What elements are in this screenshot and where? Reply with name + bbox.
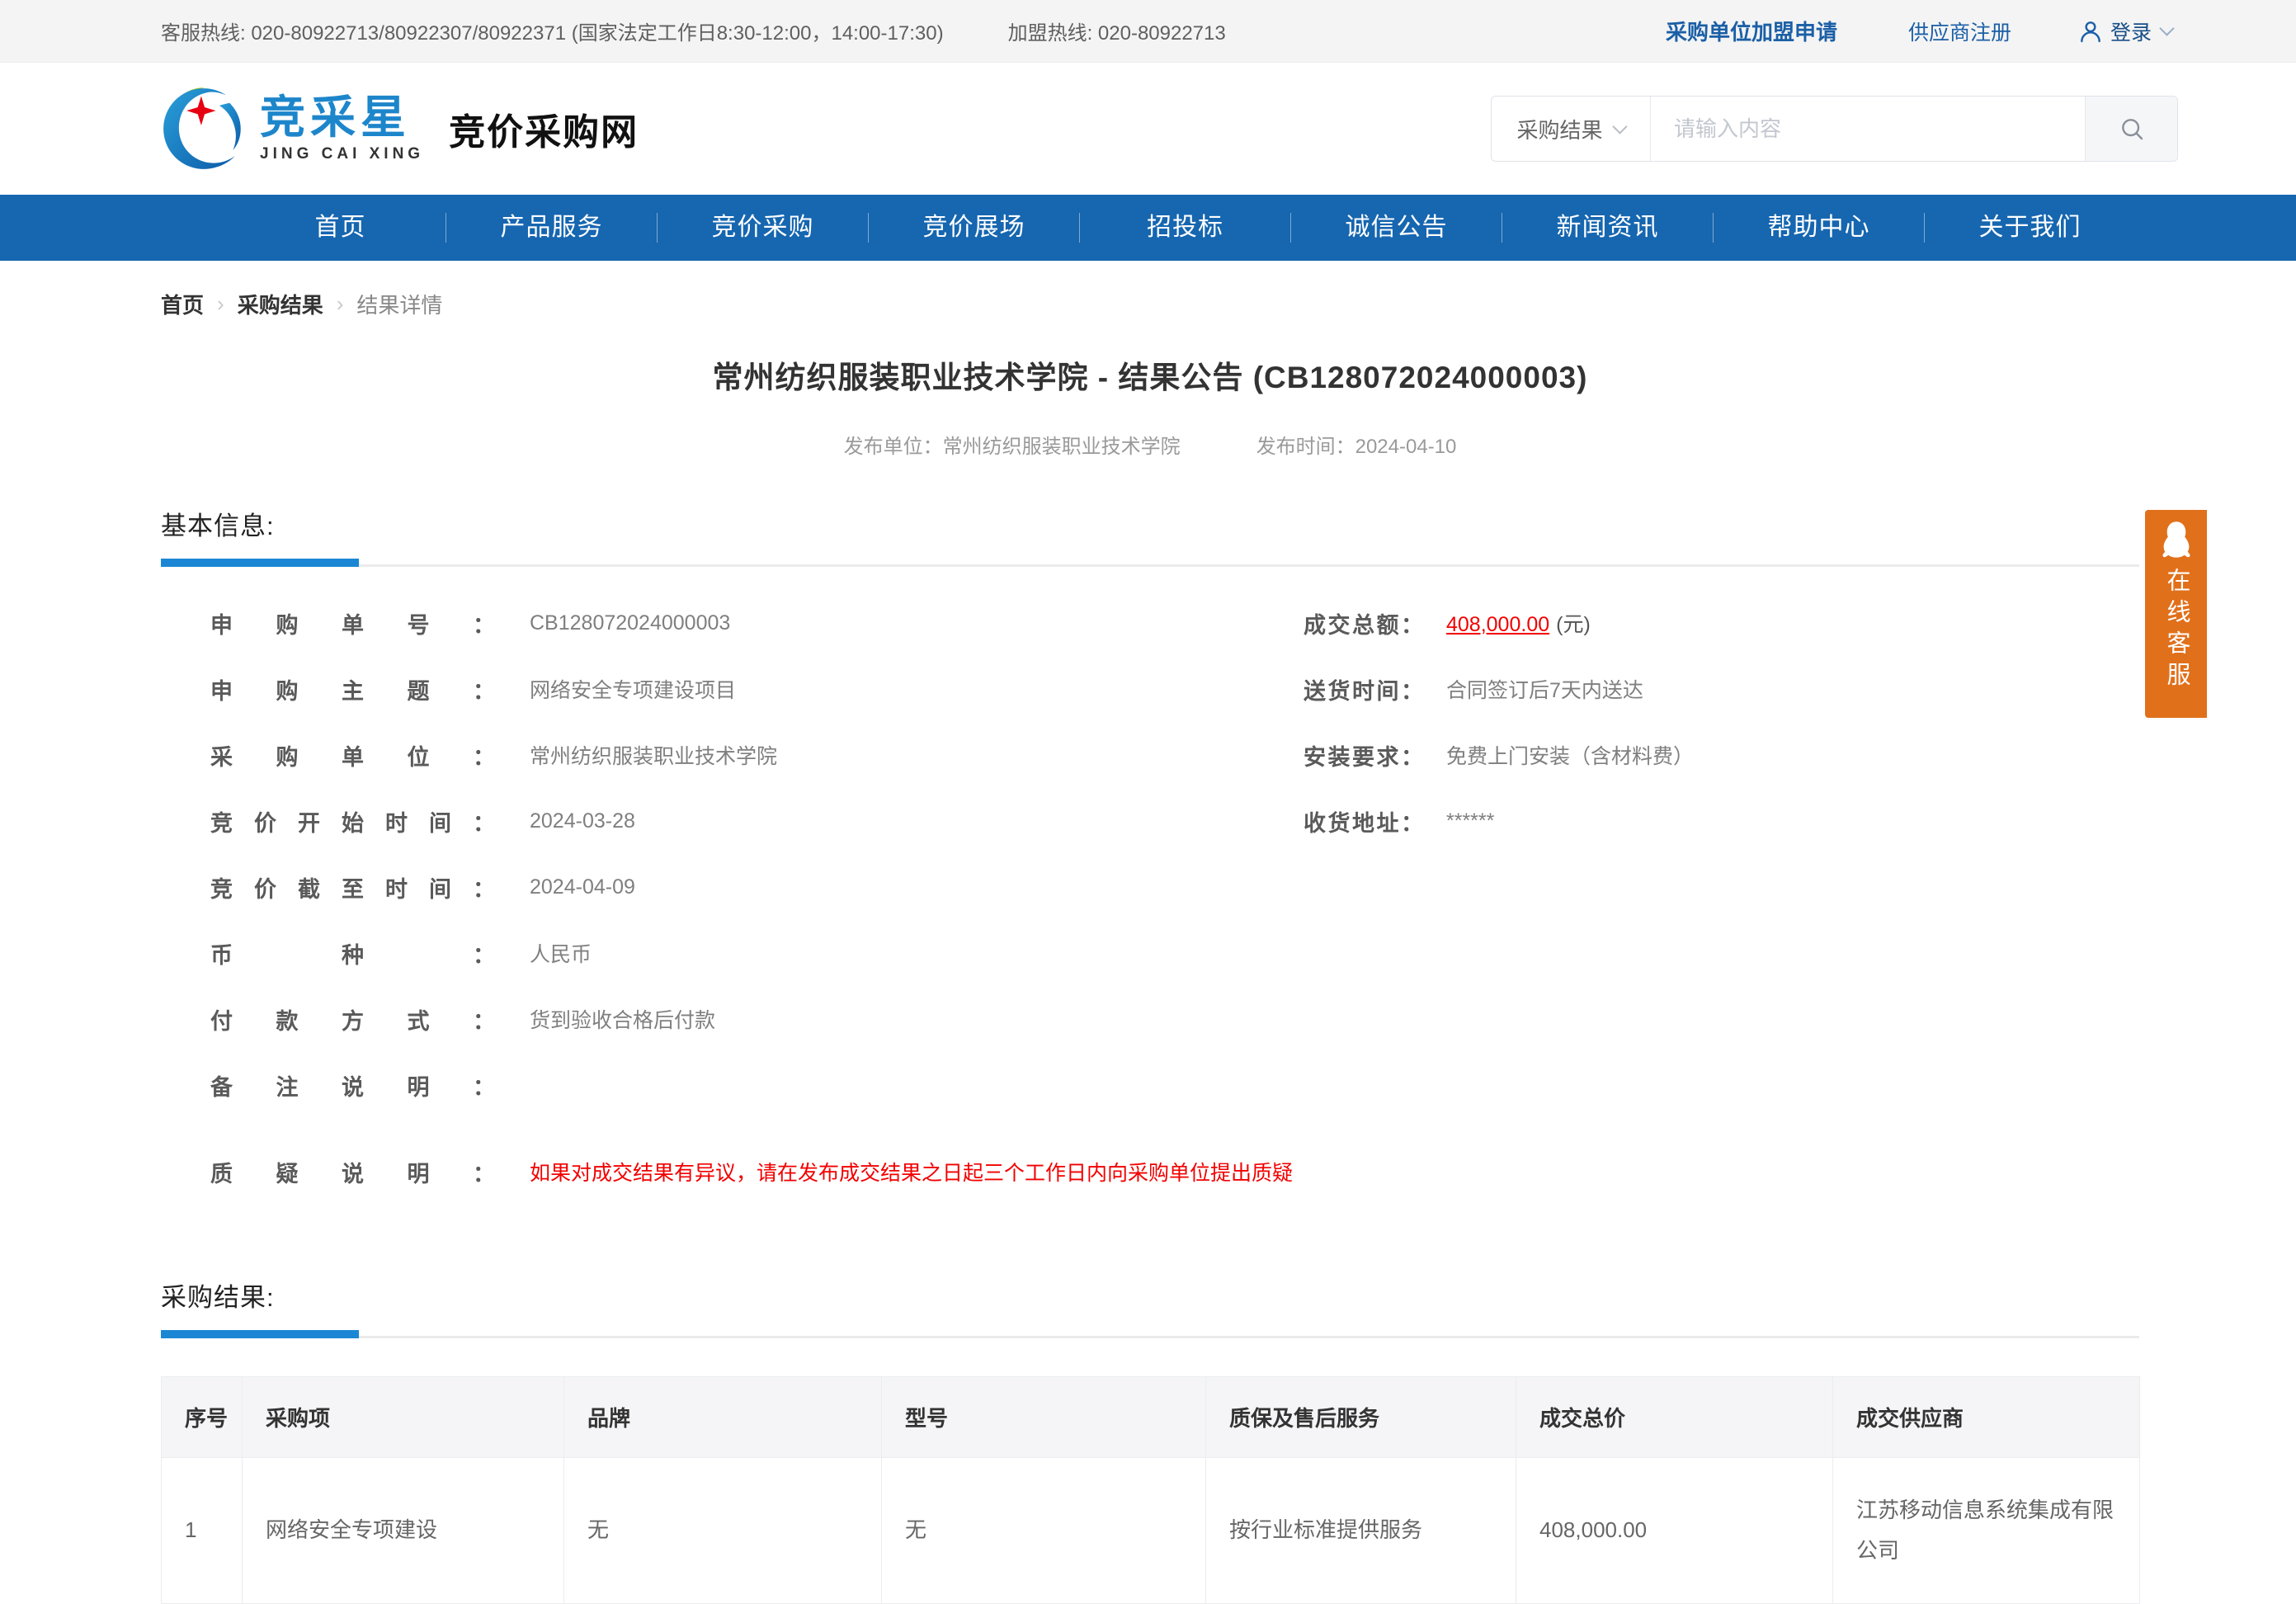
breadcrumb-current: 结果详情 [356,289,442,319]
cell-item: 网络安全专项建设 [243,1458,564,1604]
service-hotline-text: 客服热线: 020-80922713/80922307/80922371 (国家… [161,17,944,45]
field-subject: 申购主题： 网络安全专项建设项目 [161,656,1291,722]
cell-model: 无 [882,1458,1206,1604]
field-delivery-address: 收货地址： ****** [1304,788,2137,854]
search-input[interactable] [1651,97,2085,161]
col-warranty: 质保及售后服务 [1206,1377,1516,1458]
nav-item-help-center[interactable]: 帮助中心 [1714,195,1924,261]
field-objection-note: 质疑说明： 如果对成交结果有异议，请在发布成交结果之日起三个工作日内向采购单位提… [161,1139,1291,1205]
logo-swirl-icon [161,86,247,172]
site-name: 竞价采购网 [449,102,639,155]
field-bid-end-time: 竞价截至时间： 2024-04-09 [161,854,1291,920]
col-seq: 序号 [162,1377,243,1458]
cell-total-price: 408,000.00 [1516,1458,1833,1604]
col-item: 采购项 [243,1377,564,1458]
publisher-label: 发布单位： [844,436,943,458]
field-payment-method: 付款方式： 货到验收合格后付款 [161,986,1291,1052]
user-icon [2077,18,2104,45]
publish-time-label: 发布时间： [1256,436,1355,458]
publish-time-value: 2024-04-10 [1355,436,1457,458]
online-service-label: 在线客服 [2164,568,2188,693]
field-purchaser: 采购单位： 常州纺织服装职业技术学院 [161,722,1291,788]
breadcrumb-parent[interactable]: 采购结果 [238,289,323,319]
search-icon [2119,116,2145,142]
nav-item-home[interactable]: 首页 [235,195,446,261]
field-currency: 币种： 人民币 [161,920,1291,986]
basic-info-panel: 申购单号： CB128072024000003 申购主题： 网络安全专项建设项目… [161,590,2139,1209]
nav-item-bidding-hall[interactable]: 竞价展场 [869,195,1079,261]
nav-item-bidding-purchase[interactable]: 竞价采购 [658,195,868,261]
purchaser-apply-link[interactable]: 采购单位加盟申请 [1666,16,1837,46]
top-utility-bar: 客服热线: 020-80922713/80922307/80922371 (国家… [0,0,2296,63]
field-order-no: 申购单号： CB128072024000003 [161,590,1291,656]
publisher-info: 发布单位：常州纺织服装职业技术学院 [844,430,1181,459]
breadcrumb-home[interactable]: 首页 [161,289,204,319]
site-header: 竞采星 JING CAI XING 竞价采购网 采购结果 [0,63,2296,195]
main-nav: 首页 产品服务 竞价采购 竞价展场 招投标 诚信公告 新闻资讯 帮助中心 关于我… [0,195,2296,261]
nav-item-news[interactable]: 新闻资讯 [1502,195,1713,261]
total-amount-link[interactable]: 408,000.00 [1446,613,1549,636]
cell-supplier: 江苏移动信息系统集成有限公司 [1833,1458,2140,1604]
page-title: 常州纺织服装职业技术学院 - 结果公告 (CB128072024000003) [161,352,2139,397]
chevron-right-icon: › [337,291,344,317]
result-title: 采购结果: [161,1276,2139,1314]
nav-item-about-us[interactable]: 关于我们 [1925,195,2135,261]
field-installation: 安装要求： 免费上门安装（含材料费） [1304,722,2137,788]
nav-item-integrity-notice[interactable]: 诚信公告 [1291,195,1502,261]
col-supplier: 成交供应商 [1833,1377,2140,1458]
publish-time-info: 发布时间：2024-04-10 [1256,430,1457,459]
chevron-down-icon [2159,21,2174,35]
search-button[interactable] [2085,97,2177,161]
publish-info: 发布单位：常州纺织服装职业技术学院 发布时间：2024-04-10 [161,430,2139,459]
table-header-row: 序号 采购项 品牌 型号 质保及售后服务 成交总价 成交供应商 [162,1377,2140,1458]
section-divider [161,1330,2139,1338]
breadcrumb: 首页 › 采购结果 › 结果详情 [161,289,2139,319]
supplier-register-link[interactable]: 供应商注册 [1908,17,2011,46]
amount-unit: (元) [1556,613,1591,636]
logo-cn-text: 竞采星 [260,94,424,142]
basic-info-right-column: 成交总额： 408,000.00(元) 送货时间： 合同签订后7天内送达 安装要… [1304,590,2137,854]
basic-info-title: 基本信息: [161,505,2139,542]
login-label: 登录 [2110,17,2152,46]
cell-brand: 无 [564,1458,882,1604]
field-total-amount: 成交总额： 408,000.00(元) [1304,590,2137,656]
chevron-down-icon [1612,119,1627,134]
join-hotline-text: 加盟热线: 020-80922713 [1008,17,1226,45]
login-button[interactable]: 登录 [2077,17,2172,46]
logo-text-block: 竞采星 JING CAI XING [260,94,424,163]
field-delivery-time: 送货时间： 合同签订后7天内送达 [1304,656,2137,722]
cell-seq: 1 [162,1458,243,1604]
section-divider [161,559,2139,567]
col-model: 型号 [882,1377,1206,1458]
field-remarks: 备注说明： [161,1052,1291,1118]
col-total-price: 成交总价 [1516,1377,1833,1458]
site-logo[interactable]: 竞采星 JING CAI XING 竞价采购网 [161,86,639,172]
nav-item-products[interactable]: 产品服务 [446,195,657,261]
publisher-value: 常州纺织服装职业技术学院 [943,436,1181,458]
table-row: 1 网络安全专项建设 无 无 按行业标准提供服务 408,000.00 江苏移动… [162,1458,2140,1604]
nav-item-tender[interactable]: 招投标 [1080,195,1290,261]
search-category-value: 采购结果 [1516,114,1602,144]
result-section: 采购结果: 序号 采购项 品牌 型号 质保及售后服务 成交总价 成交供应商 [161,1276,2139,1604]
cell-warranty: 按行业标准提供服务 [1206,1458,1516,1604]
main-content: 首页 › 采购结果 › 结果详情 常州纺织服装职业技术学院 - 结果公告 (CB… [161,289,2139,1604]
basic-info-left-column: 申购单号： CB128072024000003 申购主题： 网络安全专项建设项目… [161,590,1291,1205]
result-table: 序号 采购项 品牌 型号 质保及售后服务 成交总价 成交供应商 1 网络安全专项… [161,1376,2140,1604]
search-category-select[interactable]: 采购结果 [1492,97,1651,161]
chevron-right-icon: › [217,291,224,317]
search-bar: 采购结果 [1491,96,2178,162]
field-bid-start-time: 竞价开始时间： 2024-03-28 [161,788,1291,854]
online-service-tab[interactable]: 在线客服 [2145,510,2207,718]
col-brand: 品牌 [564,1377,882,1458]
logo-en-text: JING CAI XING [260,145,424,163]
qq-penguin-icon [2157,520,2195,563]
